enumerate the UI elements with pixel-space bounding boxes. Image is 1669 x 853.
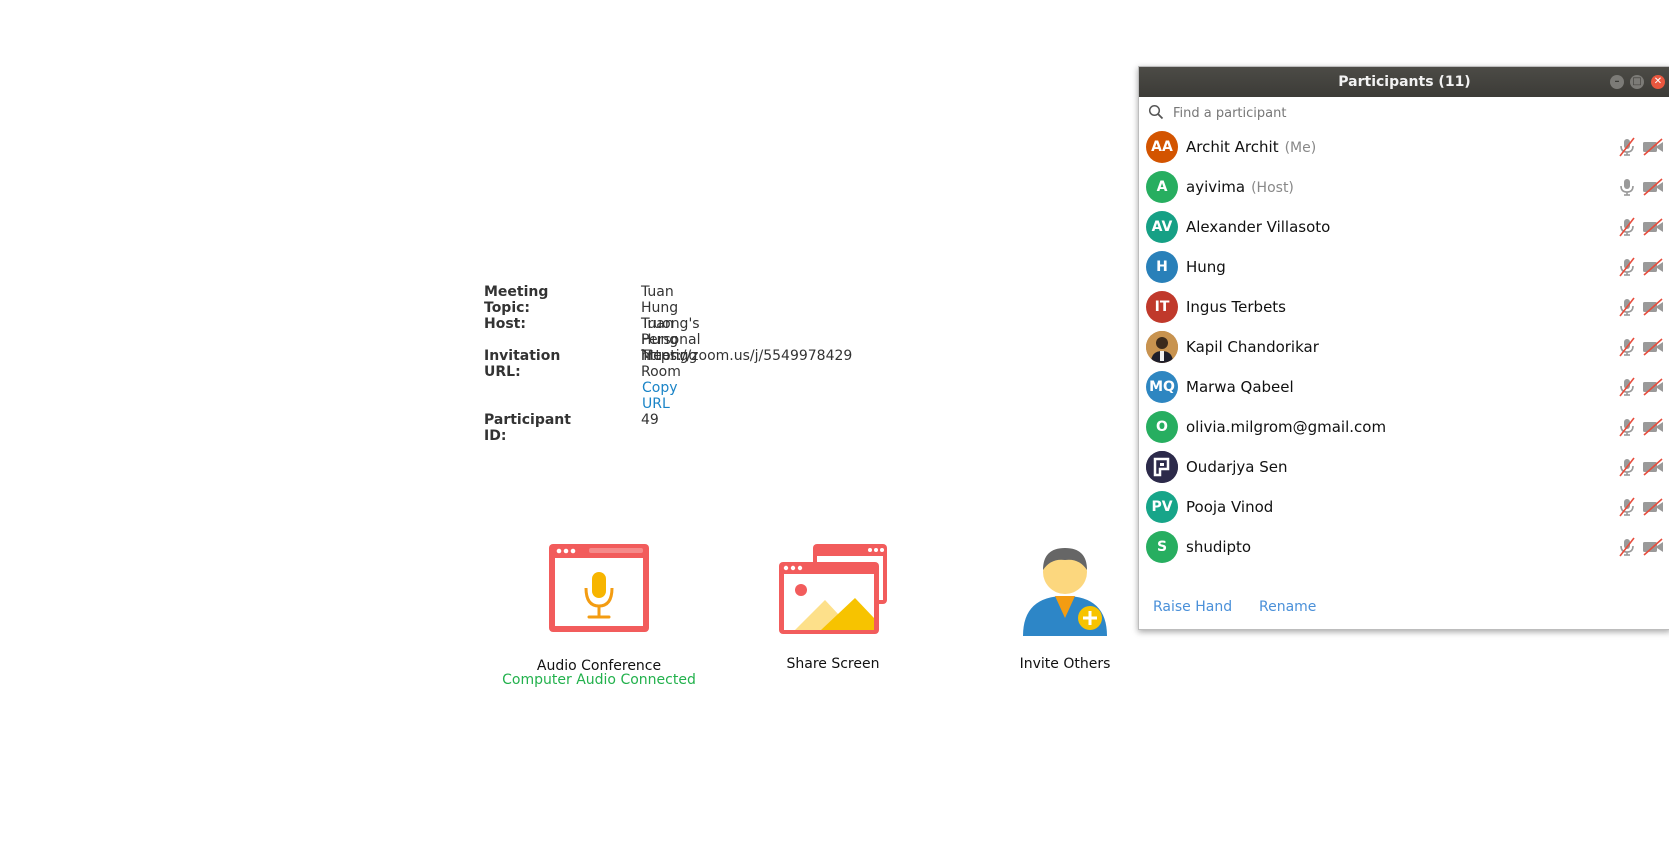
search-icon	[1148, 104, 1164, 120]
participant-name-text: Pooja Vinod	[1186, 498, 1274, 516]
participant-name: Oudarjya Sen	[1186, 458, 1287, 476]
avatar: MQ	[1146, 371, 1178, 403]
mic-muted-icon[interactable]	[1617, 457, 1637, 481]
participant-row[interactable]: Aayivima (Host)	[1139, 167, 1669, 207]
participant-name: olivia.milgrom@gmail.com	[1186, 418, 1386, 436]
participant-name-text: Kapil Chandorikar	[1186, 338, 1319, 356]
participant-name-text: Hung	[1186, 258, 1226, 276]
avatar	[1146, 331, 1178, 363]
video-off-icon[interactable]	[1642, 338, 1664, 360]
avatar: A	[1146, 171, 1178, 203]
participant-row[interactable]: Kapil Chandorikar	[1139, 327, 1669, 367]
participant-name: Archit Archit (Me)	[1186, 138, 1316, 156]
avatar-logo-icon	[1146, 451, 1178, 483]
mic-muted-icon[interactable]	[1617, 137, 1637, 161]
video-off-icon[interactable]	[1642, 378, 1664, 400]
avatar: O	[1146, 411, 1178, 443]
participant-name: shudipto	[1186, 538, 1251, 556]
mic-muted-icon[interactable]	[1617, 377, 1637, 401]
participant-name: Kapil Chandorikar	[1186, 338, 1319, 356]
video-off-icon[interactable]	[1642, 418, 1664, 440]
participant-name: Ingus Terbets	[1186, 298, 1286, 316]
mic-muted-icon[interactable]	[1617, 257, 1637, 281]
mic-muted-icon[interactable]	[1617, 297, 1637, 321]
avatar: H	[1146, 251, 1178, 283]
invite-others-icon	[1023, 548, 1107, 636]
participant-row[interactable]: IT Ingus Terbets	[1139, 287, 1669, 327]
participant-name-text: ayivima	[1186, 178, 1246, 196]
video-off-icon[interactable]	[1642, 498, 1664, 520]
share-screen-button[interactable]: Share Screen	[723, 542, 943, 672]
participant-id-value: 49	[641, 412, 659, 428]
participant-row[interactable]: MQ Marwa Qabeel	[1139, 367, 1669, 407]
invitation-url-value: https://zoom.us/j/5549978429	[641, 348, 853, 364]
mic-muted-icon[interactable]	[1617, 337, 1637, 361]
participants-titlebar[interactable]: Participants (11) – □ ✕	[1139, 67, 1669, 97]
audio-conference-icon	[549, 544, 649, 632]
rename-button[interactable]: Rename	[1259, 599, 1316, 615]
participant-role: (Host)	[1251, 180, 1294, 196]
close-icon[interactable]: ✕	[1651, 75, 1665, 89]
participant-name-text: olivia.milgrom@gmail.com	[1186, 418, 1387, 436]
invite-others-label: Invite Others	[1019, 656, 1111, 672]
invitation-url-label: Invitation URL:	[484, 348, 561, 380]
video-off-icon[interactable]	[1642, 538, 1664, 560]
meeting-topic-label: Meeting Topic:	[484, 284, 549, 316]
participant-name-text: Archit Archit	[1186, 138, 1279, 156]
avatar: PV	[1146, 491, 1178, 523]
raise-hand-button[interactable]: Raise Hand	[1153, 599, 1232, 615]
audio-status-text: Computer Audio Connected	[502, 672, 696, 688]
avatar-photo-icon	[1146, 331, 1178, 363]
participants-title: Participants (11)	[1338, 74, 1471, 90]
video-off-icon[interactable]	[1642, 258, 1664, 280]
avatar: AA	[1146, 131, 1178, 163]
mic-muted-icon[interactable]	[1617, 537, 1637, 561]
participant-name: Alexander Villasoto	[1186, 218, 1330, 236]
audio-conference-button[interactable]: Audio Conference Computer Audio Connecte…	[484, 542, 714, 688]
share-screen-icon	[779, 544, 887, 634]
participants-window: Participants (11) – □ ✕ AA Archit Archit (…	[1138, 66, 1669, 630]
participant-list: AA Archit Archit (Me) Aayivima (Host) AV Alexa…	[1139, 127, 1669, 567]
avatar: IT	[1146, 291, 1178, 323]
avatar	[1146, 451, 1178, 483]
video-off-icon[interactable]	[1642, 178, 1664, 200]
participant-row[interactable]: Sshudipto	[1139, 527, 1669, 567]
video-off-icon[interactable]	[1642, 138, 1664, 160]
copy-url-link[interactable]: Copy URL	[642, 380, 678, 412]
avatar: S	[1146, 531, 1178, 563]
participant-id-label: Participant ID:	[484, 412, 571, 444]
avatar: AV	[1146, 211, 1178, 243]
minimize-icon[interactable]: –	[1610, 75, 1624, 89]
participant-name-text: Ingus Terbets	[1186, 298, 1286, 316]
participant-row[interactable]: Oudarjya Sen	[1139, 447, 1669, 487]
participant-row[interactable]: AA Archit Archit (Me)	[1139, 127, 1669, 167]
mic-muted-icon[interactable]	[1617, 417, 1637, 441]
participant-name-text: Marwa Qabeel	[1186, 378, 1294, 396]
participant-row[interactable]: PV Pooja Vinod	[1139, 487, 1669, 527]
video-off-icon[interactable]	[1642, 298, 1664, 320]
participant-name-text: Oudarjya Sen	[1186, 458, 1288, 476]
participant-name-text: shudipto	[1186, 538, 1252, 556]
participant-search	[1139, 97, 1669, 127]
participant-name: Hung	[1186, 258, 1226, 276]
host-label: Host:	[484, 316, 526, 332]
participant-name: Pooja Vinod	[1186, 498, 1273, 516]
participant-row[interactable]: H Hung	[1139, 247, 1669, 287]
participant-search-input[interactable]	[1171, 101, 1655, 125]
participant-row[interactable]: Oolivia.milgrom@gmail.com	[1139, 407, 1669, 447]
participant-name: Marwa Qabeel	[1186, 378, 1294, 396]
participant-row[interactable]: AV Alexander Villasoto	[1139, 207, 1669, 247]
mic-muted-icon[interactable]	[1617, 217, 1637, 241]
participant-role: (Me)	[1284, 140, 1317, 156]
maximize-icon[interactable]: □	[1630, 75, 1644, 89]
participant-name-text: Alexander Villasoto	[1186, 218, 1331, 236]
mic-icon[interactable]	[1617, 177, 1637, 201]
video-off-icon[interactable]	[1642, 218, 1664, 240]
video-off-icon[interactable]	[1642, 458, 1664, 480]
participant-name: ayivima (Host)	[1186, 178, 1294, 196]
share-screen-label: Share Screen	[786, 656, 880, 672]
mic-muted-icon[interactable]	[1617, 497, 1637, 521]
participants-footer: Raise Hand Rename	[1139, 589, 1669, 629]
